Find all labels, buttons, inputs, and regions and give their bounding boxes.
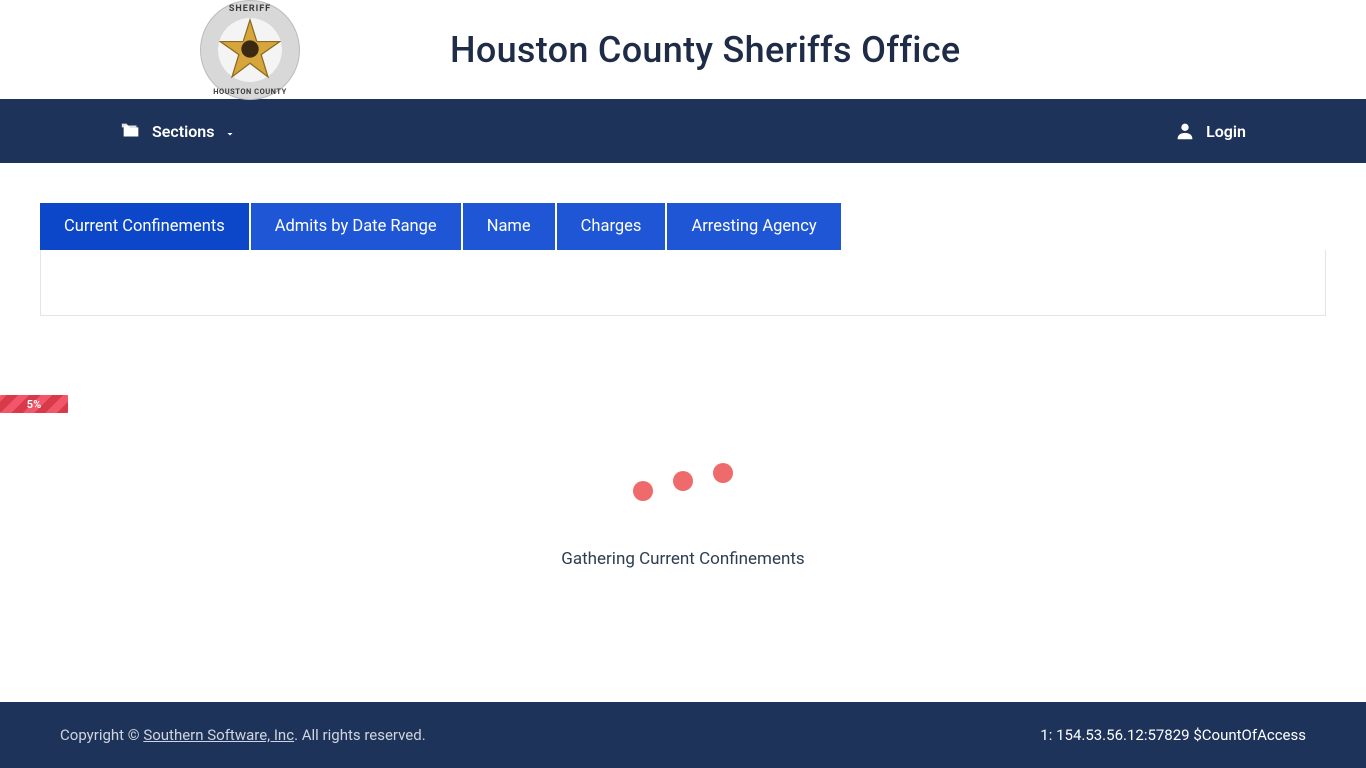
dot-icon [713,463,733,483]
folder-icon [120,120,142,142]
copyright-prefix: Copyright © [60,726,143,744]
progress-label: 5% [27,398,41,411]
sheriff-badge-logo: SHERIFF HOUSTON COUNTY [200,0,300,100]
tab-charges[interactable]: Charges [557,203,666,250]
copyright-suffix: . All rights reserved. [294,726,426,744]
tab-name[interactable]: Name [463,203,555,250]
footer-copyright: Copyright © Southern Software, Inc. All … [60,726,426,744]
login-label: Login [1206,122,1246,141]
loading-message: Gathering Current Confinements [561,549,804,569]
content-area: Current Confinements Admits by Date Rang… [0,163,1366,702]
footer-right-info: 1: 154.53.56.12:57829 $CountOfAccess [1040,726,1306,744]
tab-admits-by-date-range[interactable]: Admits by Date Range [251,203,461,250]
tab-bar: Current Confinements Admits by Date Rang… [40,203,1326,250]
progress-badge: 5% [0,395,68,413]
tab-current-confinements[interactable]: Current Confinements [40,203,249,250]
badge-text-top: SHERIFF [200,4,300,14]
tab-arresting-agency[interactable]: Arresting Agency [667,203,840,250]
page-title: Houston County Sheriffs Office [450,29,960,71]
site-header: SHERIFF HOUSTON COUNTY Houston County Sh… [0,0,1366,99]
sections-label: Sections [152,122,214,141]
user-icon [1174,120,1196,142]
loading-dots-icon [633,461,733,491]
dot-icon [673,471,693,491]
site-footer: Copyright © Southern Software, Inc. All … [0,702,1366,768]
main-navbar: Sections Login [0,99,1366,163]
chevron-down-icon [224,125,236,137]
dot-icon [633,481,653,501]
sections-menu[interactable]: Sections [120,120,236,142]
loading-indicator: Gathering Current Confinements [40,461,1326,569]
star-icon [219,18,281,80]
login-link[interactable]: Login [1174,120,1246,142]
vendor-link[interactable]: Southern Software, Inc [143,726,294,744]
tab-panel [40,250,1326,316]
badge-text-bottom: HOUSTON COUNTY [200,87,300,96]
